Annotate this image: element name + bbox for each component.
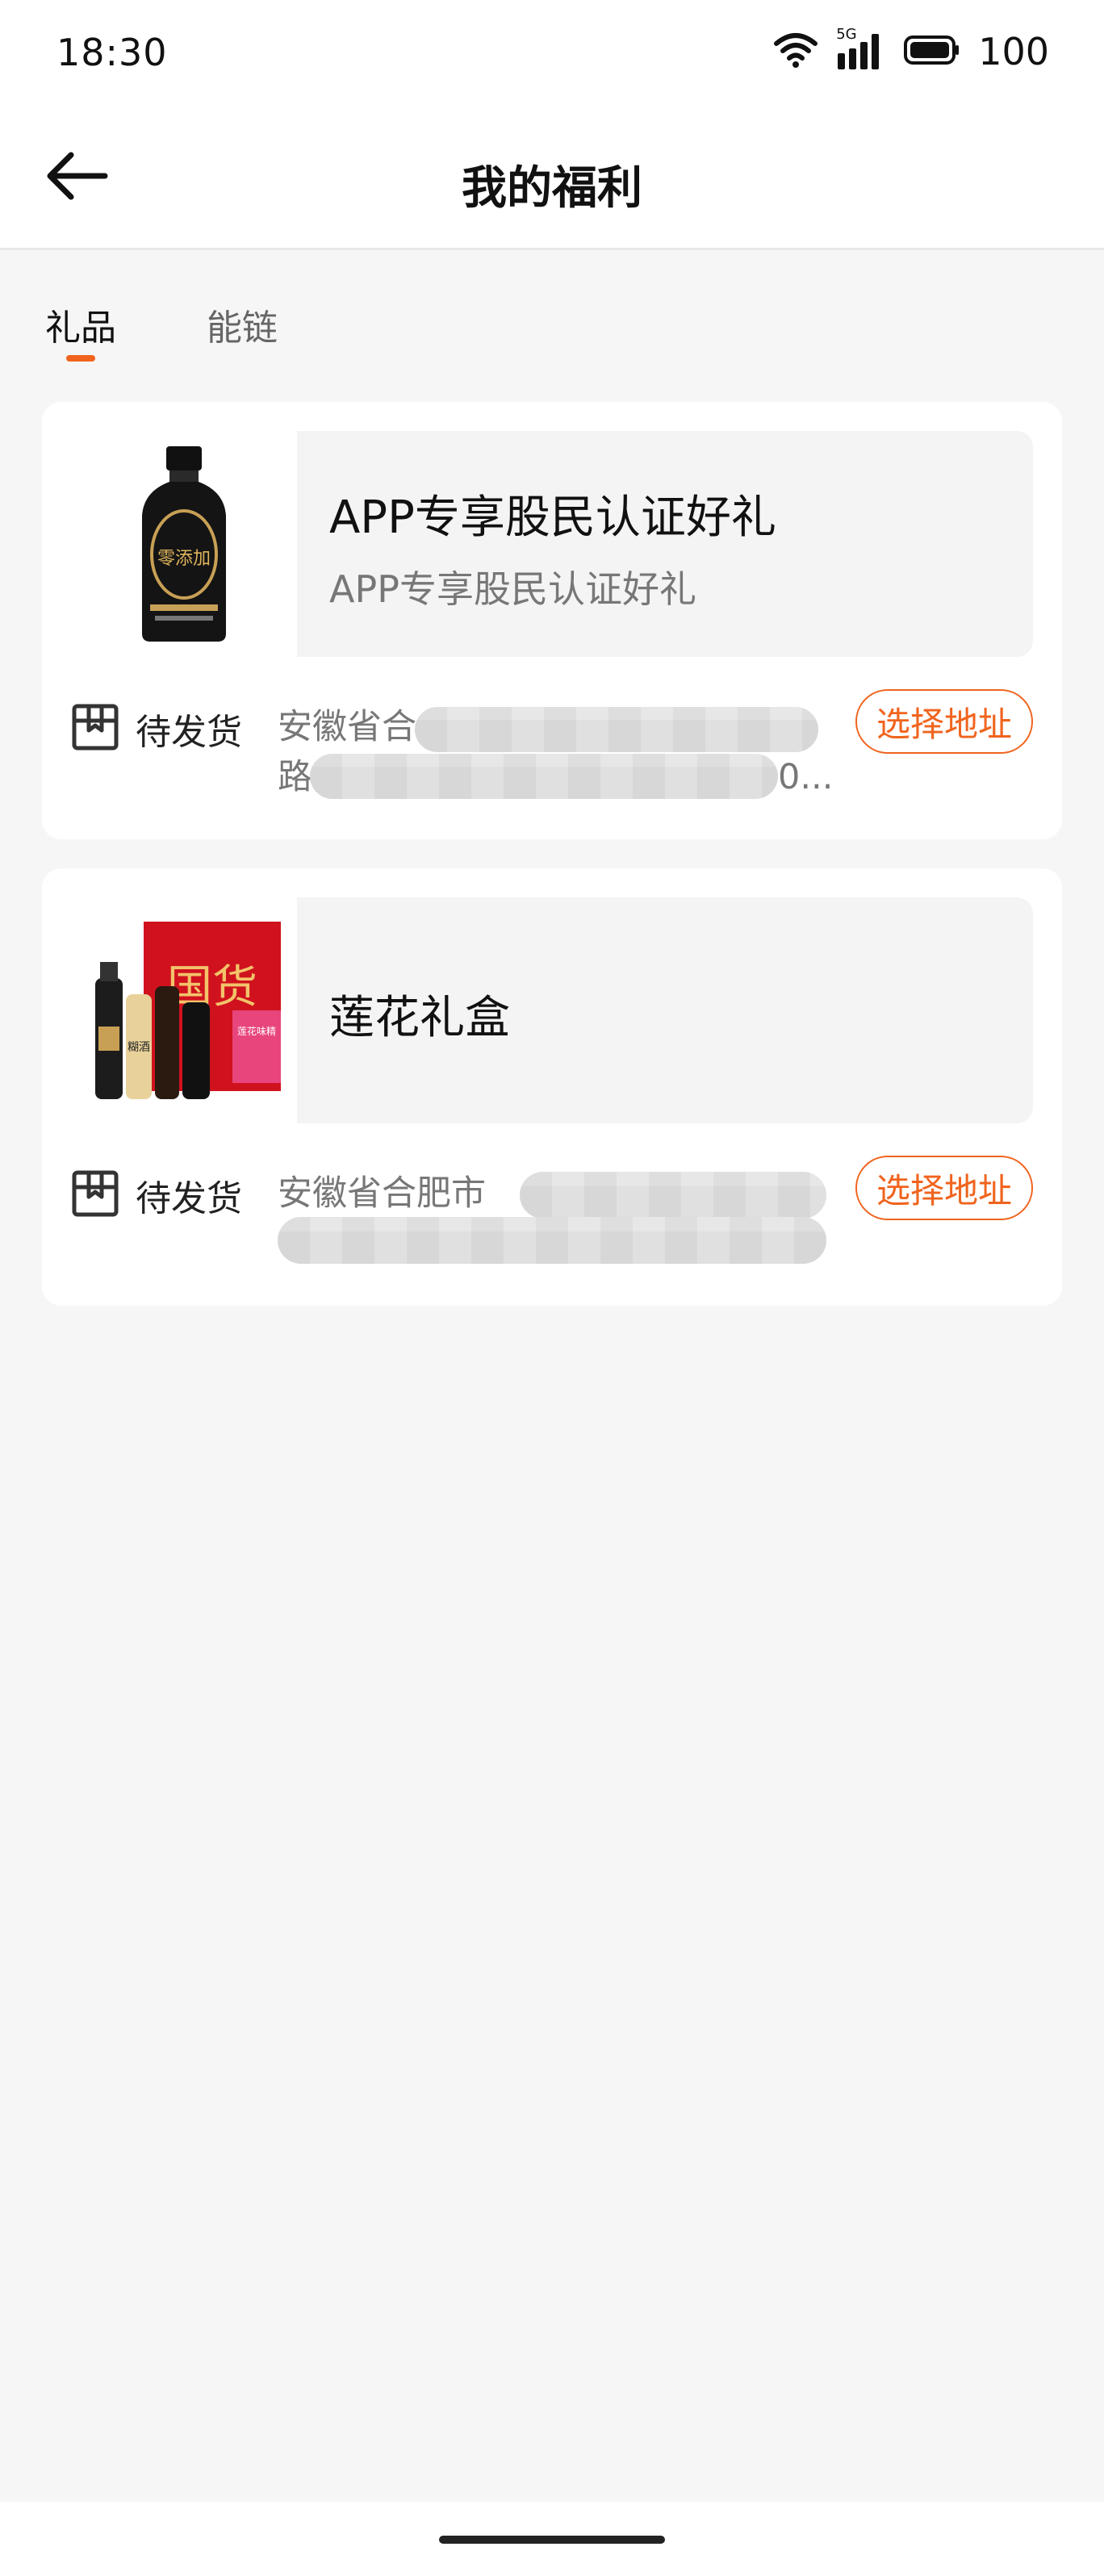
gift-card[interactable]: 零添加 APP专享股民认证好礼 APP专享股民认证好礼 待发货 安徽省合 路6 … <box>42 402 1062 839</box>
product-subtitle: APP专享股民认证好礼 <box>329 567 696 611</box>
soy-sauce-bottle-image: 零添加 <box>142 446 226 642</box>
product-thumbnail: 零添加 <box>71 431 297 657</box>
battery-icon <box>904 34 960 69</box>
status-label: 待发货 <box>136 1178 242 1219</box>
gift-box-title-text: 国货 <box>167 961 257 1014</box>
bottle-label-text: 零添加 <box>157 549 211 569</box>
address-redaction <box>415 707 818 752</box>
package-box-icon <box>71 703 119 755</box>
select-address-button[interactable]: 选择地址 <box>855 689 1033 754</box>
header: 我的福利 <box>0 105 1104 250</box>
gift-card[interactable]: 国货 莲花味精 糊酒 莲花礼盒 待发货 安徽省合肥市 选择地址 <box>42 868 1062 1306</box>
address-redaction <box>278 1217 826 1264</box>
status-bar: 18:30 5G 100 <box>0 0 1104 105</box>
select-address-button[interactable]: 选择地址 <box>855 1156 1033 1220</box>
product-info[interactable]: 零添加 APP专享股民认证好礼 APP专享股民认证好礼 <box>71 431 1033 657</box>
page-title: 我的福利 <box>462 162 642 215</box>
status-time: 18:30 <box>56 31 168 74</box>
address-redaction <box>520 1172 826 1219</box>
delivery-address: 安徽省合 路6 0... <box>278 702 875 802</box>
tab-bar: 礼品 能链 <box>0 250 1104 371</box>
address-line-2-end: 0... <box>778 757 834 797</box>
product-thumbnail: 国货 莲花味精 糊酒 <box>71 897 297 1123</box>
status-label: 待发货 <box>136 712 242 753</box>
delivery-status: 待发货 <box>71 1167 242 1223</box>
product-title: APP专享股民认证好礼 <box>329 491 776 544</box>
product-info[interactable]: 国货 莲花味精 糊酒 莲花礼盒 <box>71 897 1033 1123</box>
battery-level: 100 <box>978 30 1049 73</box>
gift-box-image: 国货 莲花味精 糊酒 <box>95 922 281 1099</box>
product-title: 莲花礼盒 <box>329 992 510 1044</box>
delivery-address: 安徽省合肥市 <box>278 1169 875 1269</box>
delivery-status: 待发货 <box>71 700 242 757</box>
tab-gifts[interactable]: 礼品 <box>45 299 116 350</box>
package-box-icon <box>71 1169 119 1221</box>
cellular-signal-icon: 5G <box>836 26 886 74</box>
gift-box-jar-label-text: 莲花味精 <box>237 1025 276 1037</box>
active-tab-indicator <box>66 355 95 362</box>
address-redaction <box>310 754 778 799</box>
home-indicator[interactable] <box>439 2536 665 2544</box>
bottle-label-text: 糊酒 <box>128 1041 150 1054</box>
wifi-icon <box>773 32 818 71</box>
status-icons: 5G 100 <box>773 26 1049 76</box>
tab-nenglian[interactable]: 能链 <box>207 299 278 350</box>
